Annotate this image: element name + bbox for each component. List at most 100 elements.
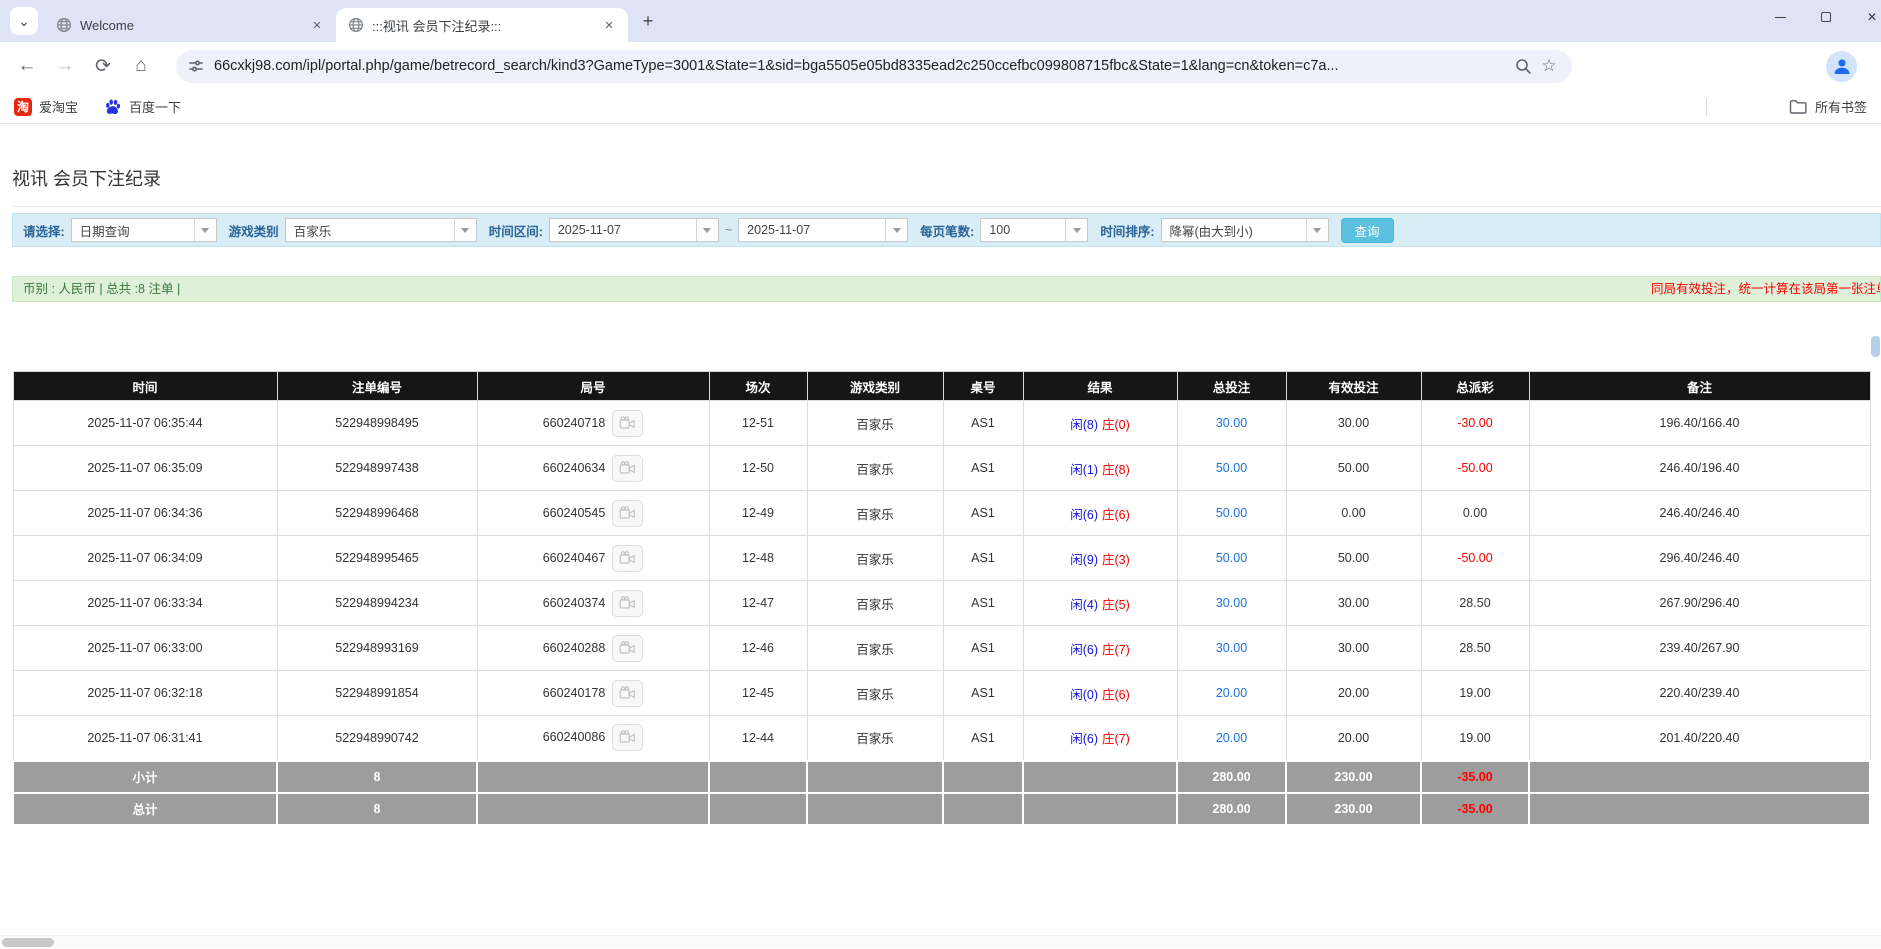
chevron-down-icon[interactable] <box>1065 219 1087 241</box>
round-cell: 660240718 <box>477 401 709 446</box>
subtotal-row: 小计 8 280.00 230.00 -35.00 <box>13 761 1870 793</box>
query-button[interactable]: 查询 <box>1341 218 1394 243</box>
address-bar[interactable]: 66cxkj98.com/ipl/portal.php/game/betreco… <box>176 50 1572 83</box>
table-number-cell: AS1 <box>943 446 1023 491</box>
total-bet-link[interactable]: 50.00 <box>1177 536 1286 581</box>
player-result: 闲(6) <box>1070 732 1098 746</box>
back-button[interactable]: ← <box>10 49 44 83</box>
tab-close-icon[interactable]: ✕ <box>308 16 326 34</box>
total-bet-link[interactable]: 50.00 <box>1177 491 1286 536</box>
valid-bet-cell: 30.00 <box>1286 401 1421 446</box>
time-cell: 2025-11-07 06:31:41 <box>13 716 277 761</box>
valid-bet-cell: 20.00 <box>1286 716 1421 761</box>
total-bet-link[interactable]: 30.00 <box>1177 401 1286 446</box>
horizontal-scrollbar-thumb[interactable] <box>2 938 54 947</box>
time-cell: 2025-11-07 06:35:44 <box>13 401 277 446</box>
result-cell: 闲(6)庄(7) <box>1023 716 1177 761</box>
game-type-label: 游戏类别 <box>229 221 279 240</box>
video-replay-button[interactable] <box>612 500 643 527</box>
bookmark-label: 百度一下 <box>129 97 181 116</box>
tilde-separator: ~ <box>725 223 732 237</box>
reload-button[interactable]: ⟳ <box>86 49 120 83</box>
time-cell: 2025-11-07 06:33:34 <box>13 581 277 626</box>
bookmarks-bar: 淘 爱淘宝 百度一下 所有书签 <box>0 90 1881 124</box>
video-replay-button[interactable] <box>612 724 643 751</box>
table-row: 2025-11-07 06:35:09 522948997438 6602406… <box>13 446 1870 491</box>
tab-betrecord[interactable]: :::视讯 会员下注纪录::: ✕ <box>336 8 628 42</box>
date-to-select[interactable]: 2025-11-07 <box>738 218 908 242</box>
video-replay-button[interactable] <box>612 455 643 482</box>
bookmark-baidu[interactable]: 百度一下 <box>104 97 181 116</box>
time-sort-select[interactable]: 降幂(由大到小) <box>1161 218 1329 242</box>
payout-cell: 19.00 <box>1421 716 1529 761</box>
chevron-down-icon[interactable] <box>454 219 476 241</box>
table-body: 2025-11-07 06:35:44 522948998495 6602407… <box>13 401 1870 761</box>
per-page-select[interactable]: 100 <box>980 218 1088 242</box>
game-type-cell: 百家乐 <box>807 536 943 581</box>
query-type-select[interactable]: 日期查询 <box>71 218 217 242</box>
forward-button[interactable]: → <box>48 49 82 83</box>
bet-record-table: 时间 注单编号 局号 场次 游戏类别 桌号 结果 总投注 有效投注 总派彩 备注… <box>12 371 1871 826</box>
url-text[interactable]: 66cxkj98.com/ipl/portal.php/game/betreco… <box>214 58 1510 74</box>
currency-summary: 币别 : 人民币 | 总共 :8 注单 | <box>23 282 180 296</box>
site-settings-icon[interactable] <box>188 58 204 74</box>
close-window-button[interactable]: ✕ <box>1849 0 1881 34</box>
round-cell: 660240374 <box>477 581 709 626</box>
zoom-button[interactable] <box>1510 53 1536 79</box>
valid-bet-cell: 20.00 <box>1286 671 1421 716</box>
payout-cell: -35.00 <box>1421 793 1529 825</box>
game-type-select[interactable]: 百家乐 <box>285 218 477 242</box>
new-tab-button[interactable]: + <box>634 7 662 35</box>
total-bet-link[interactable]: 30.00 <box>1177 626 1286 671</box>
total-bet-link[interactable]: 50.00 <box>1177 446 1286 491</box>
game-type-cell: 百家乐 <box>807 491 943 536</box>
time-cell: 2025-11-07 06:32:18 <box>13 671 277 716</box>
result-cell: 闲(4)庄(5) <box>1023 581 1177 626</box>
player-result: 闲(1) <box>1070 463 1098 477</box>
chevron-down-icon[interactable] <box>1306 219 1328 241</box>
round-cell: 660240086 <box>477 716 709 761</box>
profile-avatar[interactable] <box>1826 51 1857 82</box>
vertical-scrollbar-thumb[interactable] <box>1871 336 1880 357</box>
magnifier-icon <box>1515 58 1532 75</box>
result-cell: 闲(6)庄(6) <box>1023 491 1177 536</box>
banker-result: 庄(6) <box>1102 508 1130 522</box>
video-replay-button[interactable] <box>612 410 643 437</box>
video-replay-button[interactable] <box>612 545 643 572</box>
total-bet-link[interactable]: 20.00 <box>1177 671 1286 716</box>
game-type-cell: 百家乐 <box>807 401 943 446</box>
col-bet-id: 注单编号 <box>277 372 477 401</box>
total-bet-link[interactable]: 20.00 <box>1177 716 1286 761</box>
chevron-down-icon[interactable] <box>194 219 216 241</box>
note-cell: 196.40/166.40 <box>1529 401 1870 446</box>
col-time: 时间 <box>13 372 277 401</box>
total-bet-link[interactable]: 30.00 <box>1177 581 1286 626</box>
bookmark-star-button[interactable]: ☆ <box>1536 53 1562 79</box>
minimize-button[interactable] <box>1757 0 1803 34</box>
tab-welcome[interactable]: Welcome ✕ <box>44 8 336 42</box>
horizontal-scrollbar[interactable] <box>0 935 1881 948</box>
video-replay-button[interactable] <box>612 680 643 707</box>
video-replay-button[interactable] <box>612 590 643 617</box>
date-from-select[interactable]: 2025-11-07 <box>549 218 719 242</box>
home-button[interactable]: ⌂ <box>124 49 158 83</box>
chevron-down-icon[interactable] <box>885 219 907 241</box>
bookmark-label: 爱淘宝 <box>39 97 78 116</box>
player-result: 闲(0) <box>1070 688 1098 702</box>
game-type-cell: 百家乐 <box>807 716 943 761</box>
bet-id-cell: 522948990742 <box>277 716 477 761</box>
round-number: 660240467 <box>543 550 606 564</box>
all-bookmarks-button[interactable]: 所有书签 <box>1789 97 1867 116</box>
browser-toolbar: ← → ⟳ ⌂ 66cxkj98.com/ipl/portal.php/game… <box>0 42 1881 90</box>
star-icon: ☆ <box>1541 56 1556 76</box>
round-cell: 660240178 <box>477 671 709 716</box>
chevron-down-icon[interactable] <box>696 219 718 241</box>
tab-search-button[interactable]: ⌄ <box>10 7 38 35</box>
maximize-button[interactable] <box>1803 0 1849 34</box>
round-number: 660240178 <box>543 685 606 699</box>
tab-strip: ⌄ Welcome ✕ :::视讯 会员下注纪录::: ✕ + ✕ <box>0 0 1881 42</box>
table-row: 2025-11-07 06:34:36 522948996468 6602405… <box>13 491 1870 536</box>
tab-close-icon[interactable]: ✕ <box>600 16 618 34</box>
bookmark-aitaobao[interactable]: 淘 爱淘宝 <box>14 97 78 116</box>
video-replay-button[interactable] <box>612 635 643 662</box>
